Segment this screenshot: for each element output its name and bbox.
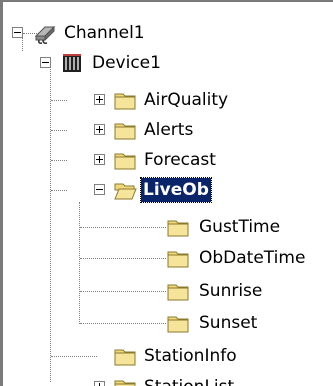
expand-toggle[interactable] xyxy=(94,381,105,386)
folder-icon xyxy=(114,349,136,366)
tree-node-label: Alerts xyxy=(144,120,194,140)
tree-connector xyxy=(79,202,80,324)
tree-node-label: Sunrise xyxy=(199,281,263,301)
tree-node-label: Channel1 xyxy=(64,23,145,43)
device-icon xyxy=(63,54,81,72)
folder-icon xyxy=(167,220,189,237)
folder-icon xyxy=(167,316,189,333)
tree-connector xyxy=(50,62,51,382)
expand-toggle[interactable] xyxy=(94,94,105,105)
tree-node-label: StationList xyxy=(142,375,236,386)
folder-icon xyxy=(167,284,189,301)
tree-node-label: AirQuality xyxy=(144,90,229,110)
collapse-toggle[interactable] xyxy=(12,27,23,38)
tree-connector xyxy=(80,258,166,259)
tree-node-label: Device1 xyxy=(92,53,161,73)
folder-icon xyxy=(114,380,136,386)
tree-node-label: Sunset xyxy=(199,313,258,333)
tree-node-label: ObDateTime xyxy=(199,248,306,268)
folder-icon xyxy=(114,153,136,170)
tree-view[interactable]: Channel1 Device1 AirQuality Alerts Forec… xyxy=(0,0,333,386)
tree-node-label: LiveOb xyxy=(140,177,212,203)
expand-toggle[interactable] xyxy=(94,154,105,165)
tree-node-label: StationInfo xyxy=(144,346,237,366)
tree-node-label: Forecast xyxy=(144,150,216,170)
collapse-toggle[interactable] xyxy=(94,184,105,195)
tree-connector xyxy=(80,227,166,228)
folder-icon xyxy=(114,123,136,140)
tree-connector xyxy=(80,323,166,324)
collapse-toggle[interactable] xyxy=(40,57,51,68)
tree-node-label: GustTime xyxy=(199,217,281,237)
tree-connector xyxy=(51,160,67,161)
folder-icon xyxy=(114,93,136,110)
tree-connector xyxy=(51,190,67,191)
tree-connector xyxy=(51,356,97,357)
open-folder-icon xyxy=(114,183,137,200)
tree-connector xyxy=(51,130,67,131)
channel-icon xyxy=(34,25,56,44)
tree-connector xyxy=(80,291,166,292)
tree-connector xyxy=(51,100,67,101)
folder-icon xyxy=(167,251,189,268)
expand-toggle[interactable] xyxy=(94,124,105,135)
